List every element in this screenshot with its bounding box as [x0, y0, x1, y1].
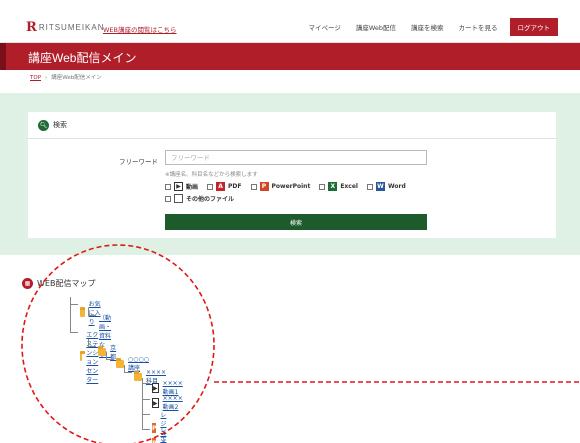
nav-web-delivery[interactable]: 講座Web配信: [356, 22, 396, 32]
nav-mypage[interactable]: マイページ: [308, 22, 340, 32]
filter-excel-label: Excel: [340, 183, 358, 190]
ritsumeikan-logo[interactable]: R RITSUMEIKAN: [26, 21, 104, 34]
logo-mark: R: [26, 20, 37, 35]
main-nav: マイページ 講座Web配信 講座を検索 カートを見る ログアウト: [293, 18, 558, 36]
tree-connector: [106, 352, 114, 360]
powerpoint-checkbox[interactable]: [250, 183, 257, 190]
tree-connector: [88, 339, 96, 347]
logout-button[interactable]: ログアウト: [509, 18, 558, 36]
other-checkbox[interactable]: [165, 195, 171, 202]
search-button[interactable]: 検索: [165, 214, 427, 230]
tree-node-report[interactable]: P レポート: [152, 425, 171, 443]
page-title-bar: 講座Web配信メイン: [0, 43, 580, 70]
map-title: WEB配信マップ: [37, 279, 96, 288]
filter-pdf-label: PDF: [228, 183, 242, 190]
powerpoint-icon: P: [152, 438, 157, 443]
tree-connector: [88, 308, 96, 316]
tree-connector: [70, 305, 78, 333]
nav-search-course[interactable]: 講座を検索: [411, 22, 444, 32]
filter-powerpoint-label: PowerPoint: [271, 183, 311, 190]
tree-connector: [142, 384, 150, 400]
video-icon: ▶: [152, 383, 159, 393]
word-checkbox[interactable]: [366, 183, 373, 190]
word-icon: W: [375, 182, 385, 191]
web-lecture-link[interactable]: WEB講座の閲覧はこちら: [103, 24, 177, 34]
filter-video-label: 動画: [186, 184, 199, 191]
tree-node-video1[interactable]: ▶ ××××動画1: [152, 380, 185, 396]
filter-video[interactable]: ▶ 動画: [165, 182, 198, 191]
search-section: 🔍︎ 検索 フリーワード ※講座名、科目名などから検索します ▶ 動画 A PD…: [0, 93, 580, 255]
breadcrumb-separator: ›: [45, 75, 48, 81]
breadcrumb-current: 講座Web配信メイン: [51, 75, 102, 81]
folder-icon: [134, 371, 142, 381]
filetype-filters: ▶ 動画 A PDF P PowerPoint X Excel W Word そ…: [165, 182, 445, 206]
filter-powerpoint[interactable]: P PowerPoint: [250, 182, 311, 191]
freeword-hint: ※講座名、科目名などから検索します: [165, 172, 258, 178]
tree-connector: [142, 415, 150, 430]
search-header: 🔍︎ 検索: [28, 112, 556, 139]
folder-icon: [116, 358, 124, 368]
folder-icon: [80, 351, 86, 361]
filter-other[interactable]: その他のファイル: [165, 194, 234, 203]
top-bar: R RITSUMEIKAN WEB講座の閲覧はこちら マイページ 講座Web配信…: [0, 0, 580, 43]
excel-icon: X: [328, 182, 338, 191]
powerpoint-icon: P: [259, 182, 269, 191]
map-icon: ▦: [22, 278, 33, 289]
video1-link[interactable]: ××××動画1: [163, 380, 185, 396]
tree-connector: [124, 365, 132, 373]
tree-connector: [70, 297, 78, 305]
pdf-checkbox[interactable]: [207, 183, 214, 190]
video2-link[interactable]: ××××動画2: [163, 395, 185, 411]
video-checkbox[interactable]: [165, 183, 171, 190]
nav-cart[interactable]: カートを見る: [459, 22, 498, 32]
file-icon: [174, 194, 183, 203]
video-icon: ▶: [174, 182, 183, 191]
map-header: ▦ WEB配信マップ: [22, 278, 95, 289]
filter-excel[interactable]: X Excel: [319, 182, 358, 191]
folder-icon: [98, 346, 107, 356]
search-icon: 🔍︎: [38, 119, 49, 131]
report-link[interactable]: レポート: [160, 425, 171, 443]
filter-word[interactable]: W Word: [366, 182, 406, 191]
logo-text: RITSUMEIKAN: [38, 23, 105, 32]
pdf-icon: A: [216, 182, 226, 191]
filter-pdf[interactable]: A PDF: [207, 182, 242, 191]
folder-icon: [80, 306, 85, 317]
filter-word-label: Word: [387, 183, 406, 190]
page-title: 講座Web配信メイン: [28, 51, 137, 65]
search-title: 検索: [53, 121, 67, 129]
breadcrumb: TOP › 講座Web配信メイン: [30, 73, 102, 81]
freeword-label: フリーワード: [119, 158, 158, 166]
breadcrumb-top-link[interactable]: TOP: [30, 75, 41, 81]
video-icon: ▶: [152, 398, 159, 408]
filter-other-label: その他のファイル: [186, 196, 235, 203]
freeword-input[interactable]: [165, 150, 427, 165]
excel-checkbox[interactable]: [319, 183, 326, 190]
tree-connector: [142, 400, 150, 415]
tree-node-video2[interactable]: ▶ ××××動画2: [152, 395, 185, 411]
